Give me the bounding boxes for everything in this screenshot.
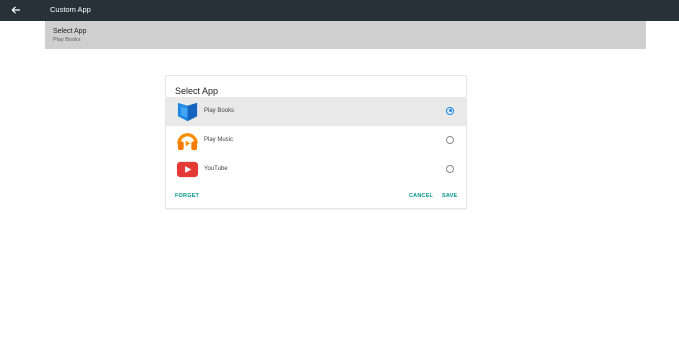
option-label: YouTube	[204, 166, 228, 172]
option-label: Play Books	[204, 108, 235, 114]
youtube-icon	[176, 161, 199, 178]
radio-play-books[interactable]	[446, 106, 454, 115]
option-label: Play Music	[204, 137, 234, 143]
option-play-music[interactable]: Play Music	[166, 126, 466, 155]
select-app-dialog: Select App Play Books Play Music YouTube…	[166, 76, 466, 208]
setting-value: Play Books	[53, 36, 81, 43]
forget-button[interactable]: FORGET	[175, 193, 199, 199]
select-app-setting[interactable]: Select App Play Books	[45, 21, 646, 49]
dialog-actions: FORGET CANCEL SAVE	[166, 193, 466, 203]
arrow-left-icon	[11, 6, 20, 14]
page-title: Custom App	[50, 5, 91, 14]
option-youtube[interactable]: YouTube	[166, 155, 466, 184]
back-button[interactable]	[8, 2, 24, 18]
save-button[interactable]: SAVE	[442, 193, 457, 199]
cancel-button[interactable]: CANCEL	[409, 193, 433, 199]
radio-play-music[interactable]	[446, 135, 454, 144]
dialog-title: Select App	[175, 86, 219, 96]
option-play-books[interactable]: Play Books	[166, 97, 466, 126]
radio-youtube[interactable]	[446, 164, 454, 173]
setting-title: Select App	[53, 28, 87, 35]
play-books-icon	[177, 102, 198, 122]
play-music-icon	[177, 133, 198, 151]
app-bar: Custom App	[0, 0, 679, 21]
